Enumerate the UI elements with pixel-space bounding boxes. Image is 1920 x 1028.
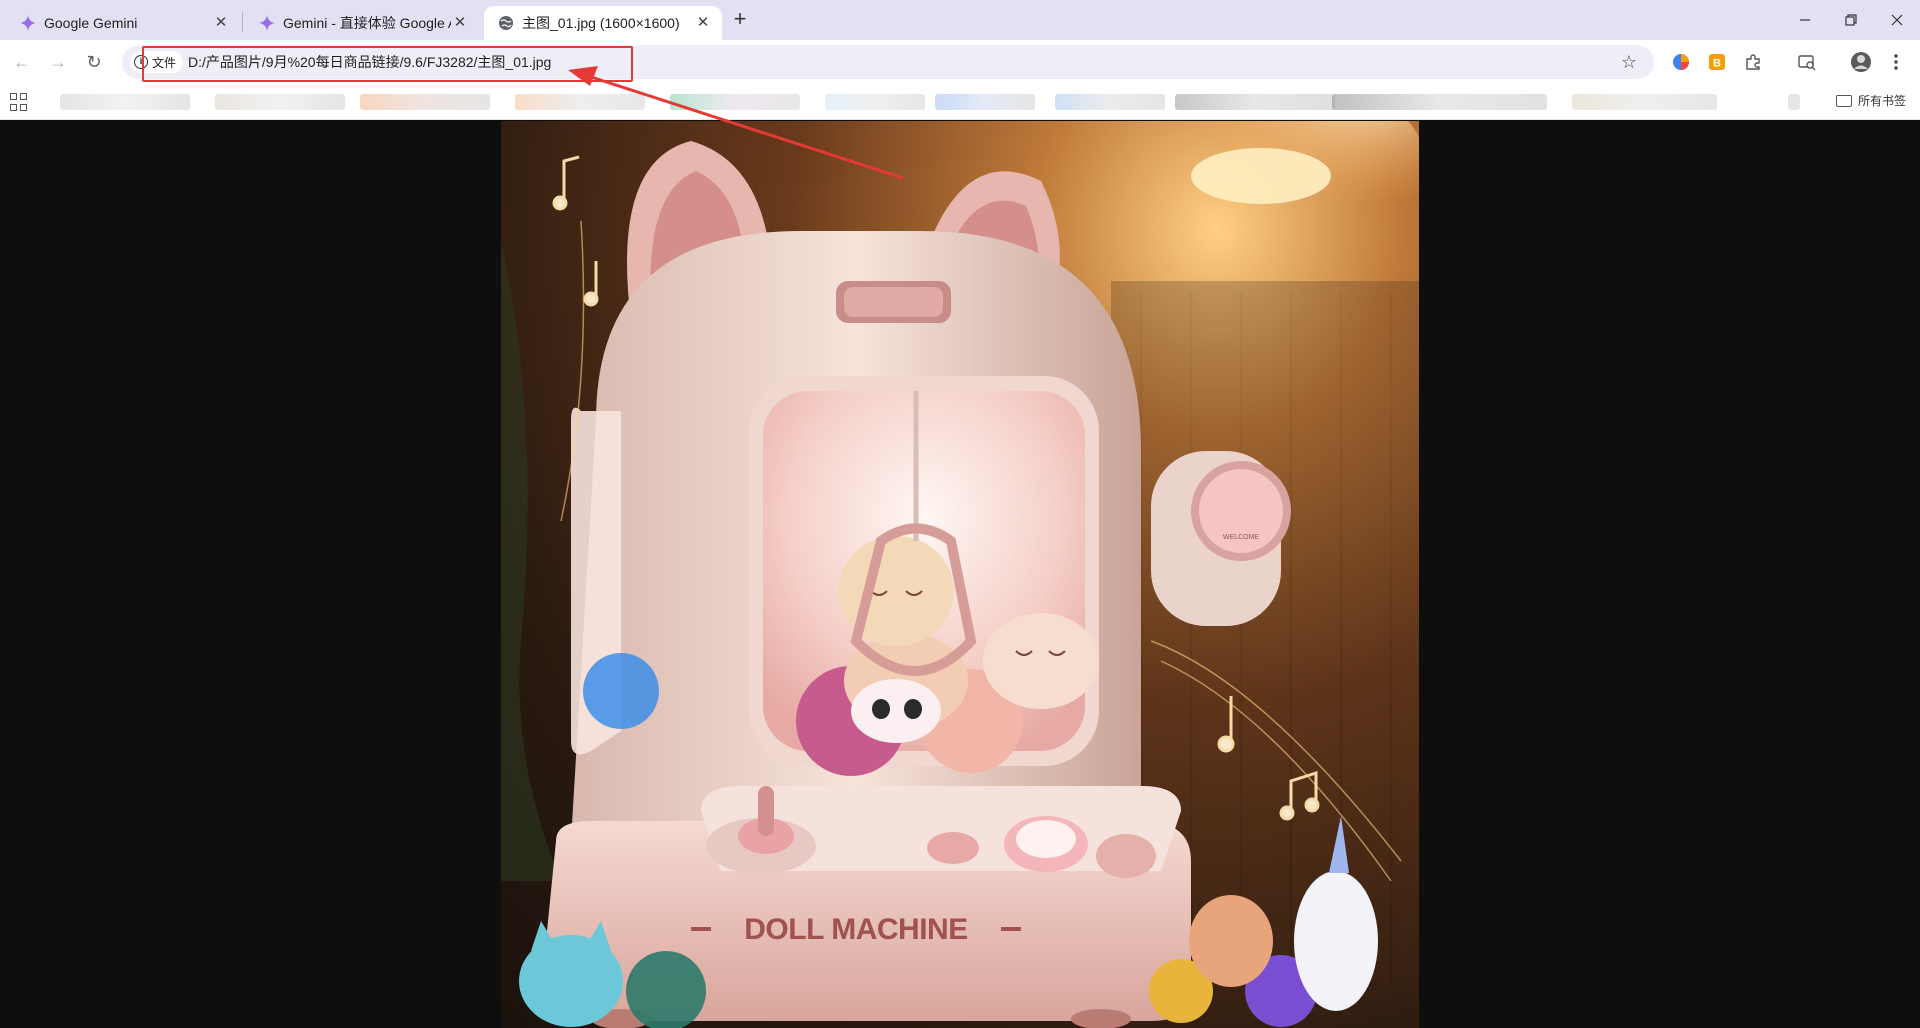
bookmark-item[interactable] xyxy=(215,94,345,110)
bookmark-item[interactable] xyxy=(1572,94,1717,110)
bookmark-item[interactable] xyxy=(1332,94,1547,110)
close-tab-icon[interactable]: ✕ xyxy=(694,14,712,32)
tab-title: Google Gemini xyxy=(44,15,138,31)
tab-image-active[interactable]: 主图_01.jpg (1600×1600) ✕ xyxy=(484,6,722,40)
close-window-button[interactable] xyxy=(1874,0,1920,40)
reload-button[interactable]: ↻ xyxy=(80,48,108,76)
tab-title: 主图_01.jpg (1600×1600) xyxy=(522,15,680,31)
bookmark-item[interactable] xyxy=(1788,94,1800,110)
close-icon xyxy=(1891,14,1903,26)
more-menu-icon[interactable] xyxy=(1885,51,1907,73)
bookmark-item[interactable] xyxy=(825,94,925,110)
forward-button[interactable]: → xyxy=(44,48,72,76)
tab-divider xyxy=(242,12,243,32)
claw-machine-illustration: WELCOME DOLL MACHINE xyxy=(501,121,1419,1028)
tab-gemini-ai[interactable]: Gemini - 直接体验 Google AI ✕ xyxy=(245,6,479,40)
gemini-icon xyxy=(20,15,36,31)
bookmark-item[interactable] xyxy=(515,94,645,110)
extensions-puzzle-icon[interactable] xyxy=(1742,51,1764,73)
bookmarks-bar: 所有书签 xyxy=(0,84,1920,120)
back-button[interactable]: ← xyxy=(8,48,36,76)
profile-avatar-icon[interactable] xyxy=(1850,51,1872,73)
tab-google-gemini[interactable]: Google Gemini ✕ xyxy=(6,6,240,40)
bookmark-item[interactable] xyxy=(935,94,1035,110)
bookmark-item[interactable] xyxy=(360,94,490,110)
reload-icon: ↻ xyxy=(86,51,102,72)
badge-text: WELCOME xyxy=(1223,534,1260,541)
bookmark-item[interactable] xyxy=(1055,94,1165,110)
product-photo[interactable]: WELCOME DOLL MACHINE xyxy=(501,121,1419,1028)
minimize-window-button[interactable] xyxy=(1782,0,1828,40)
restore-window-button[interactable] xyxy=(1828,0,1874,40)
tab-strip: Google Gemini ✕ Gemini - 直接体验 Google AI … xyxy=(0,0,1920,40)
close-tab-icon[interactable]: ✕ xyxy=(451,14,469,32)
all-bookmarks-label: 所有书签 xyxy=(1857,94,1906,108)
apps-grid-icon[interactable] xyxy=(10,93,28,111)
bookmark-item[interactable] xyxy=(60,94,190,110)
product-label: DOLL MACHINE xyxy=(744,913,967,946)
image-viewer: WELCOME DOLL MACHINE xyxy=(0,121,1920,1028)
bookmark-item[interactable] xyxy=(1175,94,1335,110)
svg-text:B: B xyxy=(1713,58,1721,70)
minimize-icon xyxy=(1800,19,1810,21)
restore-icon xyxy=(1845,14,1857,26)
folder-icon xyxy=(1835,94,1852,107)
extension-colorful-icon[interactable] xyxy=(1670,51,1692,73)
arrow-right-icon: → xyxy=(49,51,67,72)
gemini-icon xyxy=(259,15,275,31)
bookmark-star-icon[interactable]: ☆ xyxy=(1618,51,1640,73)
arrow-left-icon: ← xyxy=(13,51,31,72)
all-bookmarks-button[interactable]: 所有书签 xyxy=(1835,92,1906,109)
url-highlight-box xyxy=(142,46,633,82)
close-tab-icon[interactable]: ✕ xyxy=(212,14,230,32)
globe-icon xyxy=(498,15,514,31)
extension-b-icon[interactable]: B xyxy=(1706,51,1728,73)
tab-title: Gemini - 直接体验 Google AI xyxy=(283,15,451,31)
new-tab-button[interactable]: + xyxy=(728,8,752,32)
bookmark-item[interactable] xyxy=(670,94,800,110)
tab-search-icon[interactable] xyxy=(1796,51,1818,73)
